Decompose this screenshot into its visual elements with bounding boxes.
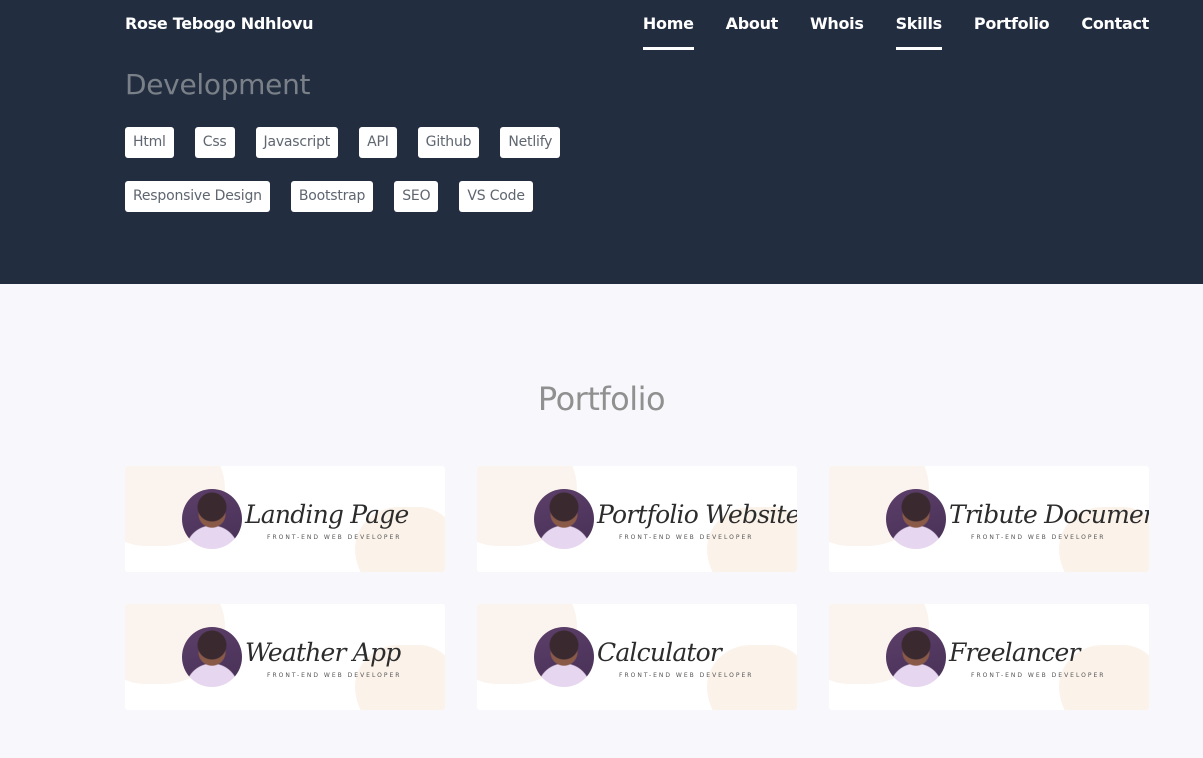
skills-row-1: Html Css Javascript API Github Netlify <box>125 127 561 158</box>
nav-about[interactable]: About <box>726 14 779 50</box>
card-subtitle: FRONT-END WEB DEVELOPER <box>267 672 402 679</box>
skill-chip: Github <box>417 127 480 158</box>
portfolio-heading: Portfolio <box>537 380 666 418</box>
avatar <box>182 489 242 549</box>
portfolio-card-freelancer[interactable]: Freelancer FRONT-END WEB DEVELOPER <box>829 604 1149 710</box>
avatar <box>182 627 242 687</box>
portfolio-grid: Landing Page FRONT-END WEB DEVELOPER Por… <box>125 466 1149 710</box>
brand-name[interactable]: Rose Tebogo Ndhlovu <box>125 14 314 33</box>
card-title: Tribute Documentation <box>949 500 1149 529</box>
skill-chip: Netlify <box>500 127 561 158</box>
nav-whois[interactable]: Whois <box>810 14 864 50</box>
card-title: Weather App <box>245 638 401 667</box>
portfolio-card-weather-app[interactable]: Weather App FRONT-END WEB DEVELOPER <box>125 604 445 710</box>
skill-chip: Responsive Design <box>125 181 270 212</box>
skills-row-2: Responsive Design Bootstrap SEO VS Code <box>125 181 533 212</box>
card-subtitle: FRONT-END WEB DEVELOPER <box>971 534 1106 541</box>
development-heading: Development <box>125 68 311 101</box>
nav-contact[interactable]: Contact <box>1081 14 1149 50</box>
skill-chip: API <box>359 127 397 158</box>
avatar <box>886 627 946 687</box>
card-subtitle: FRONT-END WEB DEVELOPER <box>619 534 754 541</box>
skill-chip: Javascript <box>255 127 339 158</box>
portfolio-card-tribute-documentation[interactable]: Tribute Documentation FRONT-END WEB DEVE… <box>829 466 1149 572</box>
avatar <box>534 627 594 687</box>
portfolio-card-portfolio-website[interactable]: Portfolio Website FRONT-END WEB DEVELOPE… <box>477 466 797 572</box>
main-nav: Home About Whois Skills Portfolio Contac… <box>642 14 1149 50</box>
skill-chip: VS Code <box>459 181 533 212</box>
card-title: Freelancer <box>949 638 1080 667</box>
portfolio-card-calculator[interactable]: Calculator FRONT-END WEB DEVELOPER <box>477 604 797 710</box>
avatar <box>534 489 594 549</box>
card-subtitle: FRONT-END WEB DEVELOPER <box>971 672 1106 679</box>
portfolio-card-landing-page[interactable]: Landing Page FRONT-END WEB DEVELOPER <box>125 466 445 572</box>
skill-chip: SEO <box>394 181 439 212</box>
skill-chip: Bootstrap <box>290 181 374 212</box>
skill-chip: Html <box>125 127 174 158</box>
card-subtitle: FRONT-END WEB DEVELOPER <box>619 672 754 679</box>
skill-chip: Css <box>194 127 235 158</box>
nav-skills[interactable]: Skills <box>895 14 943 50</box>
nav-portfolio[interactable]: Portfolio <box>974 14 1050 50</box>
card-title: Portfolio Website <box>597 500 797 529</box>
avatar <box>886 489 946 549</box>
card-title: Landing Page <box>245 500 409 529</box>
card-subtitle: FRONT-END WEB DEVELOPER <box>267 534 402 541</box>
nav-home[interactable]: Home <box>642 14 694 50</box>
header-section: Rose Tebogo Ndhlovu Home About Whois Ski… <box>0 0 1203 284</box>
card-title: Calculator <box>597 638 722 667</box>
